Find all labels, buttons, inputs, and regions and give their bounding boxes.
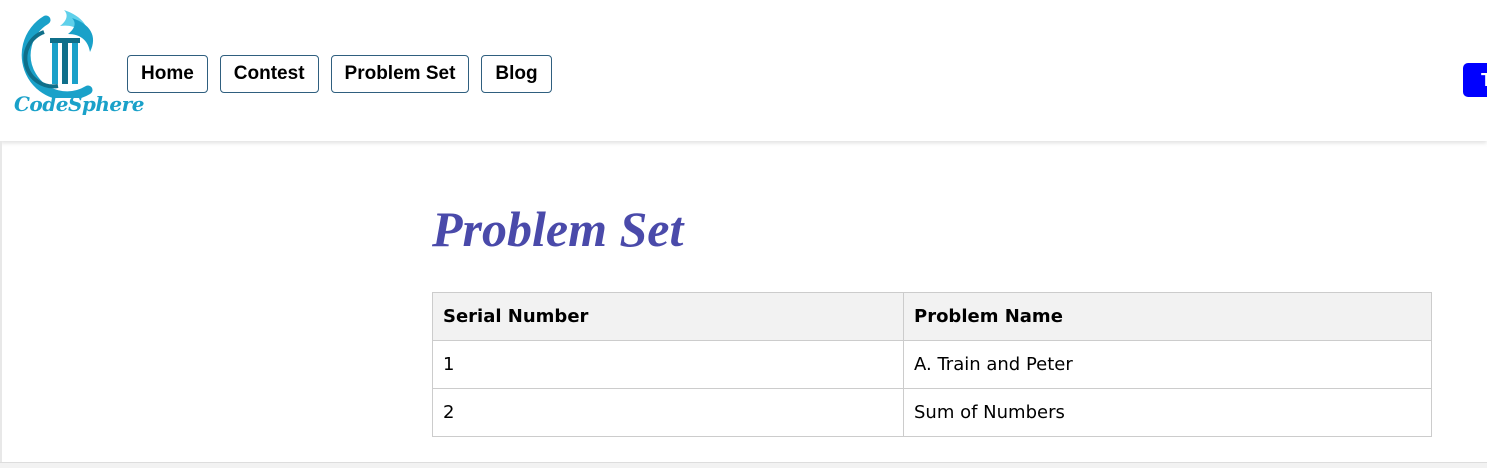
footer-divider <box>0 462 1487 468</box>
problem-table: Serial Number Problem Name 1 A. Train an… <box>432 292 1432 437</box>
table-row[interactable]: 1 A. Train and Peter <box>432 340 1432 389</box>
site-header: CodeSphere Home Contest Problem Set Blog… <box>0 0 1487 141</box>
logo-text: CodeSphere <box>14 92 144 116</box>
left-edge-divider <box>0 141 2 468</box>
problem-name-cell[interactable]: Sum of Numbers <box>903 388 1432 437</box>
nav-home-button[interactable]: Home <box>127 55 208 93</box>
page-title: Problem Set <box>432 201 684 257</box>
column-header-problem-name: Problem Name <box>903 292 1432 341</box>
column-header-serial-number: Serial Number <box>432 292 904 341</box>
logo-icon <box>21 10 94 98</box>
table-row[interactable]: 2 Sum of Numbers <box>432 388 1432 437</box>
nav-contest-button[interactable]: Contest <box>219 55 319 93</box>
serial-number-cell: 2 <box>432 388 904 437</box>
table-header-row: Serial Number Problem Name <box>432 292 1432 341</box>
header-right-button[interactable]: T <box>1463 63 1487 97</box>
codesphere-logo[interactable]: CodeSphere <box>12 8 144 124</box>
nav-blog-button[interactable]: Blog <box>481 55 552 93</box>
main-nav: Home Contest Problem Set Blog <box>127 55 552 93</box>
nav-problem-set-button[interactable]: Problem Set <box>330 55 470 93</box>
problem-name-cell[interactable]: A. Train and Peter <box>903 340 1432 389</box>
serial-number-cell: 1 <box>432 340 904 389</box>
